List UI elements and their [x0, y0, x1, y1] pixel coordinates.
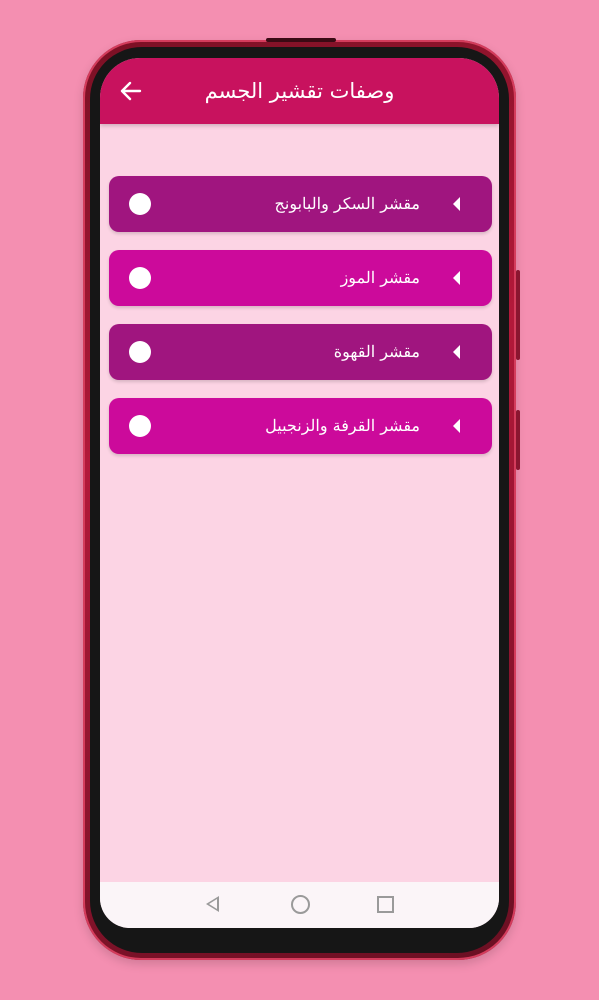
system-nav-bar — [100, 882, 499, 928]
home-circle-icon[interactable] — [291, 895, 310, 914]
list-item-sugar-chamomile-scrub[interactable]: مقشر السكر والبابونج — [109, 176, 492, 232]
list-item-label: مقشر القهوة — [333, 342, 420, 361]
radio-circle-icon[interactable] — [129, 415, 151, 437]
radio-circle-icon[interactable] — [129, 193, 151, 215]
list-item-banana-scrub[interactable]: مقشر الموز — [109, 250, 492, 306]
phone-top-edge — [266, 38, 336, 42]
list-item-label: مقشر القرفة والزنجبيل — [265, 416, 420, 435]
recipe-list: مقشر السكر والبابونج مقشر الموز مقشر الق… — [109, 176, 492, 472]
device-frame-background: وصفات تقشير الجسم مقشر السكر والبابونج م… — [0, 0, 599, 1000]
caret-left-icon — [453, 345, 460, 359]
arrow-left-icon — [120, 81, 142, 101]
caret-left-icon — [453, 197, 460, 211]
radio-circle-icon[interactable] — [129, 267, 151, 289]
caret-left-icon — [453, 419, 460, 433]
app-screen: وصفات تقشير الجسم مقشر السكر والبابونج م… — [100, 58, 499, 928]
radio-circle-icon[interactable] — [129, 341, 151, 363]
list-item-coffee-scrub[interactable]: مقشر القهوة — [109, 324, 492, 380]
list-item-label: مقشر الموز — [340, 268, 420, 287]
page-title: وصفات تقشير الجسم — [204, 79, 395, 103]
phone-volume-button — [516, 270, 520, 360]
list-item-label: مقشر السكر والبابونج — [274, 194, 420, 213]
app-bar: وصفات تقشير الجسم — [100, 58, 499, 124]
back-triangle-icon[interactable] — [206, 896, 219, 912]
caret-left-icon — [453, 271, 460, 285]
phone-power-button — [516, 410, 520, 470]
list-item-cinnamon-ginger-scrub[interactable]: مقشر القرفة والزنجبيل — [109, 398, 492, 454]
recent-square-icon[interactable] — [377, 896, 394, 913]
back-button[interactable] — [118, 78, 144, 104]
